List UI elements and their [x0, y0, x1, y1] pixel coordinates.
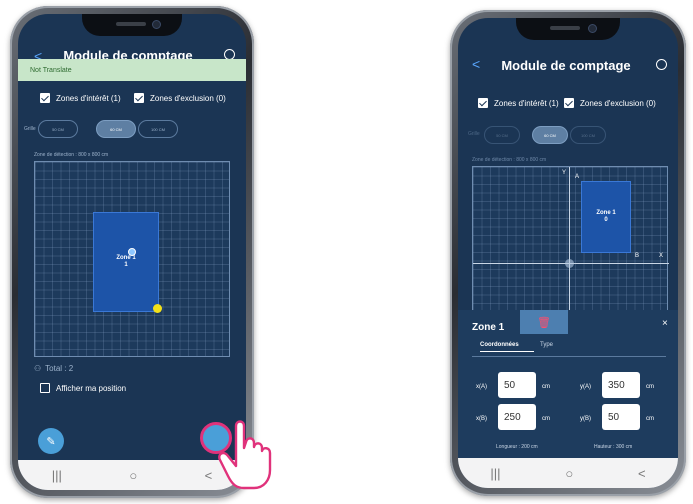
- grid-option-100[interactable]: 100 CM: [138, 120, 178, 138]
- detection-grid[interactable]: Zone 1 1: [34, 161, 230, 357]
- yb-label: y(B): [580, 416, 591, 422]
- checkbox-exclusion[interactable]: Zones d'exclusion (0): [564, 98, 656, 108]
- xa-input[interactable]: 50: [498, 372, 536, 398]
- grid-option-100[interactable]: 100 CM: [570, 126, 606, 144]
- home-icon[interactable]: ○: [129, 468, 137, 483]
- speaker: [550, 26, 580, 30]
- xb-label: x(B): [476, 416, 487, 422]
- zone-anchor-handle[interactable]: [128, 248, 136, 256]
- android-nav-bar: ||| ○ <: [458, 458, 678, 488]
- xb-input[interactable]: 250: [498, 404, 536, 430]
- camera: [152, 20, 161, 29]
- checkbox-icon[interactable]: [478, 98, 488, 108]
- length-readout: Longueur : 200 cm: [496, 444, 538, 450]
- zone-1[interactable]: Zone 1 0: [581, 181, 631, 253]
- panel-title: Zone 1: [472, 322, 505, 333]
- detection-grid[interactable]: Y X Zone 1 0 A B: [472, 166, 669, 315]
- xa-unit: cm: [542, 384, 550, 390]
- grid-label: Grille: [24, 126, 36, 132]
- hand-pointer-icon: [218, 420, 272, 490]
- detection-label: Zone de détection : 800 x 800 cm: [472, 157, 547, 163]
- grid-option-50[interactable]: 50 CM: [484, 126, 520, 144]
- home-icon[interactable]: ○: [565, 466, 573, 481]
- speaker: [116, 22, 146, 26]
- ya-input[interactable]: 350: [602, 372, 640, 398]
- total-label: Total : 2: [45, 364, 74, 373]
- checkbox-interest-label: Zones d'intérêt (1): [56, 93, 121, 103]
- detection-label: Zone de détection : 800 x 800 cm: [34, 152, 109, 158]
- checkbox-icon[interactable]: [134, 93, 144, 103]
- pencil-icon: ✎: [46, 435, 56, 448]
- more-icon[interactable]: [656, 59, 667, 70]
- back-icon[interactable]: <: [638, 466, 646, 481]
- grid-label: Grille: [468, 131, 480, 137]
- zone-resize-handle[interactable]: [153, 304, 162, 313]
- right-phone: < Module de comptage Zones d'intérêt (1)…: [450, 10, 686, 496]
- zone-name: Zone 1: [116, 255, 136, 261]
- android-nav-bar: ||| ○ <: [18, 460, 246, 490]
- right-screen: < Module de comptage Zones d'intérêt (1)…: [458, 18, 678, 488]
- zone-index: 0: [604, 217, 608, 223]
- point-a-label: A: [575, 174, 580, 180]
- grid-option-50[interactable]: 50 CM: [38, 120, 78, 138]
- show-position-toggle[interactable]: Afficher ma position: [40, 383, 126, 393]
- user-icon: ⚇: [34, 364, 42, 373]
- close-icon[interactable]: ×: [662, 318, 668, 329]
- banner-text: Not Translate: [30, 66, 72, 74]
- xa-label: x(A): [476, 384, 487, 390]
- y-axis: [569, 167, 570, 315]
- checkbox-interest[interactable]: Zones d'intérêt (1): [478, 98, 559, 108]
- zone-1[interactable]: Zone 1 1: [93, 212, 159, 312]
- recent-apps-icon[interactable]: |||: [490, 466, 500, 481]
- back-arrow-icon[interactable]: <: [472, 56, 480, 72]
- recent-apps-icon[interactable]: |||: [52, 468, 62, 483]
- page-title: Module de comptage: [501, 58, 631, 73]
- translate-banner: Not Translate: [18, 59, 246, 81]
- checkbox-exclusion-label: Zones d'exclusion (0): [580, 98, 656, 108]
- tab-type[interactable]: Type: [540, 342, 553, 348]
- checkbox-exclusion[interactable]: Zones d'exclusion (0): [134, 93, 226, 103]
- back-icon[interactable]: <: [205, 468, 213, 483]
- height-readout: Hauteur : 300 cm: [594, 444, 633, 450]
- zone-index: 1: [124, 262, 128, 268]
- show-position-label: Afficher ma position: [56, 383, 127, 393]
- yb-input[interactable]: 50: [602, 404, 640, 430]
- ya-label: y(A): [580, 384, 591, 390]
- ya-unit: cm: [646, 384, 654, 390]
- tabs-divider: [472, 356, 666, 357]
- xb-unit: cm: [542, 416, 550, 422]
- grid-option-60[interactable]: 60 CM: [96, 120, 136, 138]
- yb-unit: cm: [646, 416, 654, 422]
- origin-marker: [565, 259, 574, 268]
- total-count: ⚇ Total : 2: [34, 364, 73, 373]
- checkbox-exclusion-label: Zones d'exclusion (0): [150, 93, 226, 103]
- zone-name: Zone 1: [596, 210, 616, 216]
- checkbox-interest[interactable]: Zones d'intérêt (1): [40, 93, 121, 103]
- delete-zone-button[interactable]: 🗑: [520, 310, 568, 334]
- point-b-label: B: [635, 253, 640, 259]
- left-screen: < Module de comptage Not Translate Zones…: [18, 14, 246, 490]
- checkbox-icon[interactable]: [40, 383, 50, 393]
- edit-button[interactable]: ✎: [38, 428, 64, 454]
- camera: [588, 24, 597, 33]
- checkbox-icon[interactable]: [40, 93, 50, 103]
- y-axis-label: Y: [562, 170, 567, 176]
- x-axis-label: X: [659, 253, 664, 259]
- grid-option-60[interactable]: 60 CM: [532, 126, 568, 144]
- trash-icon: 🗑: [537, 316, 551, 329]
- tab-coordinates[interactable]: Coordonnées: [480, 342, 534, 352]
- zone-edit-panel: Zone 1 🗑 × Coordonnées Type x(A) 50 cm y…: [458, 310, 678, 458]
- checkbox-interest-label: Zones d'intérêt (1): [494, 98, 559, 108]
- checkbox-icon[interactable]: [564, 98, 574, 108]
